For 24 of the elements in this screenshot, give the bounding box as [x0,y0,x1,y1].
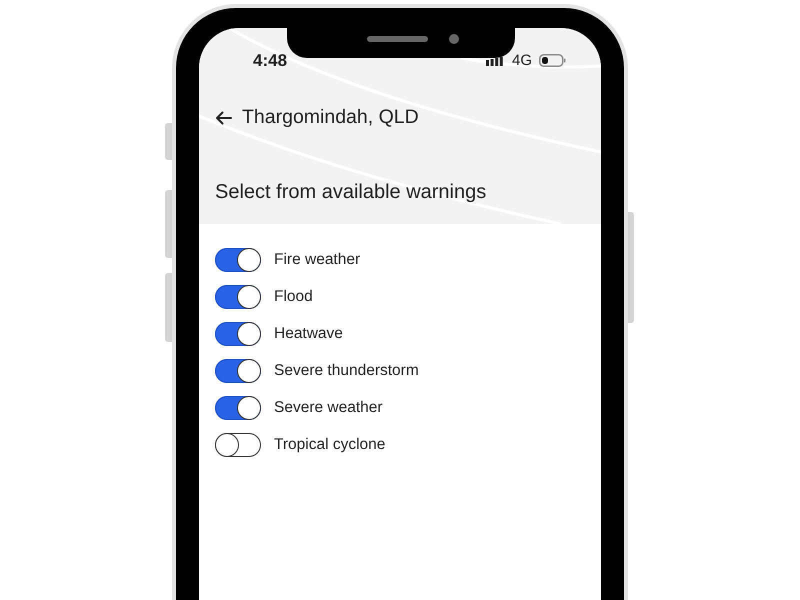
battery-icon [539,54,566,66]
warning-label: Severe thunderstorm [274,363,419,379]
status-time: 4:48 [253,52,288,68]
signal-icon [486,57,503,66]
toggle-switch[interactable] [215,248,261,272]
toggle-switch[interactable] [215,285,261,309]
warning-label: Heatwave [274,326,343,342]
warning-label: Flood [274,289,313,305]
side-key-drawing [165,190,172,258]
location-title: Thargomindah, QLD [242,108,419,128]
warning-label: Fire weather [274,252,360,268]
warning-label: Severe weather [274,400,383,416]
toggle-switch[interactable] [215,433,261,457]
warning-label: Tropical cyclone [274,437,386,453]
speaker-icon [367,36,428,42]
toggle-switch[interactable] [215,359,261,383]
side-key-drawing [165,123,172,160]
toggle-switch[interactable] [215,396,261,420]
side-key-drawing [165,273,172,342]
section-heading: Select from available warnings [215,182,486,202]
camera-icon [449,34,459,44]
toggle-switch[interactable] [215,322,261,346]
back-arrow-icon [215,111,232,125]
network-label: 4G [512,52,532,68]
